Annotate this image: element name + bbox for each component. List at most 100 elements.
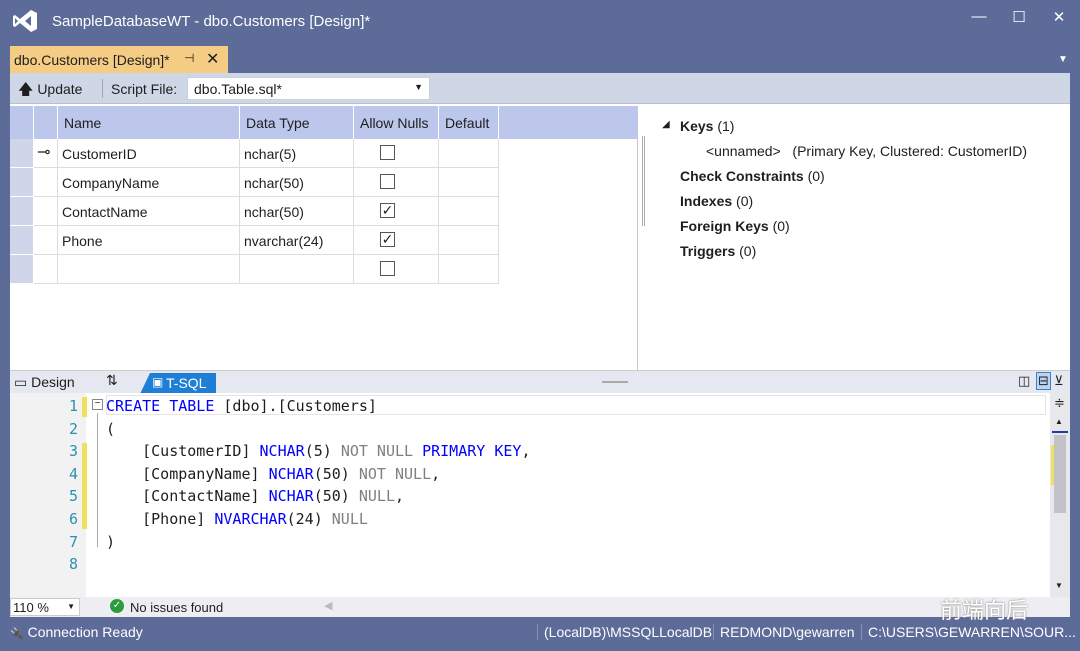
row-selector[interactable] <box>10 226 34 255</box>
header-data-type[interactable]: Data Type <box>240 106 354 139</box>
maximize-button[interactable]: ☐ <box>1004 8 1034 28</box>
allow-nulls-checkbox[interactable]: ✓ <box>380 203 395 218</box>
scroll-thumb[interactable] <box>1054 435 1066 513</box>
indexes-node[interactable]: Indexes (0) <box>680 193 753 209</box>
default-cell[interactable] <box>439 226 499 255</box>
allow-nulls-checkbox[interactable] <box>380 261 395 276</box>
chevron-down-icon: ▼ <box>67 602 75 611</box>
row-selector[interactable] <box>10 139 34 168</box>
upload-arrow-icon: 🡅 <box>18 81 34 98</box>
toolbar-separator <box>102 79 103 98</box>
vertical-split-icon[interactable]: ◫ <box>1018 373 1030 389</box>
line-number: 7 <box>68 532 78 551</box>
minimize-button[interactable]: — <box>964 8 994 28</box>
grid-corner <box>10 106 34 139</box>
tab-design[interactable]: ▭ Design <box>14 374 75 391</box>
change-marker <box>82 443 87 529</box>
code-line[interactable]: [CompanyName] NCHAR(50) NOT NULL, <box>106 465 440 483</box>
collapse-pane-icon[interactable]: ⊻ <box>1054 373 1064 389</box>
allow-nulls-checkbox[interactable] <box>380 145 395 160</box>
line-number: 6 <box>68 510 78 528</box>
code-line[interactable]: ( <box>106 420 115 438</box>
table-properties-panel: ◢ Keys (1) <unnamed> (Primary Key, Clust… <box>640 106 1070 370</box>
key-cell <box>34 255 58 284</box>
issues-status[interactable]: No issues found <box>130 600 223 615</box>
code-token: (50) <box>313 487 359 506</box>
row-selector[interactable] <box>10 255 34 284</box>
allow-nulls-cell[interactable]: ✓ <box>354 197 439 226</box>
collapse-outline-icon[interactable]: − <box>92 399 103 410</box>
header-name[interactable]: Name <box>58 106 240 139</box>
close-button[interactable]: ✕ <box>1044 8 1074 28</box>
data-type-cell[interactable]: nchar(5) <box>240 139 354 168</box>
column-name-cell[interactable] <box>58 255 240 284</box>
pane-splitter[interactable] <box>602 381 628 383</box>
data-type-cell[interactable]: nchar(50) <box>240 168 354 197</box>
pin-icon[interactable]: ⊣ <box>184 51 194 65</box>
column-name-cell[interactable]: CustomerID <box>58 139 240 168</box>
script-file-dropdown[interactable]: dbo.Table.sql* ▼ <box>187 77 430 100</box>
code-line[interactable]: [ContactName] NCHAR(50) NULL, <box>106 487 404 505</box>
code-line[interactable]: [Phone] NVARCHAR(24) NULL <box>106 510 368 528</box>
data-type-cell[interactable]: nvarchar(24) <box>240 226 354 255</box>
allow-nulls-cell[interactable]: ✓ <box>354 226 439 255</box>
title-bar: SampleDatabaseWT - dbo.Customers [Design… <box>0 0 1080 42</box>
scroll-down-icon[interactable]: ▼ <box>1055 581 1063 590</box>
allow-nulls-checkbox[interactable] <box>380 174 395 189</box>
tab-overflow-icon[interactable]: ▼ <box>1058 54 1068 65</box>
code-line[interactable]: ) <box>106 533 115 551</box>
swap-panes-icon[interactable]: ⇅ <box>106 372 118 389</box>
allow-nulls-checkbox[interactable]: ✓ <box>380 232 395 247</box>
update-button[interactable]: 🡅 Update <box>18 79 82 104</box>
column-name-cell[interactable]: CompanyName <box>58 168 240 197</box>
split-editor-icon[interactable]: ≑ <box>1054 395 1065 411</box>
code-token: NOT NULL <box>358 464 432 483</box>
default-cell[interactable] <box>439 139 499 168</box>
triggers-node[interactable]: Triggers (0) <box>680 243 756 259</box>
column-name-cell[interactable]: ContactName <box>58 197 240 226</box>
zoom-dropdown[interactable]: 110 % ▼ <box>10 598 80 616</box>
code-token: [CustomerID] <box>106 442 260 461</box>
code-token: NCHAR <box>268 464 314 483</box>
script-file-value: dbo.Table.sql* <box>194 81 282 97</box>
script-file-label: Script File: <box>111 81 178 97</box>
caret-marker <box>1052 431 1068 433</box>
default-cell[interactable] <box>439 168 499 197</box>
keys-node[interactable]: Keys (1) <box>680 118 734 134</box>
document-tab-label: dbo.Customers [Design]* <box>14 52 170 68</box>
code-token: NOT NULL <box>340 442 414 461</box>
column-name-cell[interactable]: Phone <box>58 226 240 255</box>
allow-nulls-cell[interactable] <box>354 168 439 197</box>
document-tab[interactable]: dbo.Customers [Design]* ⊣ ✕ <box>10 46 228 73</box>
allow-nulls-cell[interactable] <box>354 139 439 168</box>
foreign-keys-node[interactable]: Foreign Keys (0) <box>680 218 790 234</box>
scroll-up-icon[interactable]: ▲ <box>1055 417 1063 426</box>
code-token: NCHAR <box>268 487 314 506</box>
splitter-handle[interactable] <box>642 136 645 226</box>
data-type-cell[interactable]: nchar(50) <box>240 197 354 226</box>
code-token: (24) <box>286 510 332 528</box>
vertical-scrollbar[interactable]: ≑ ▲ ▼ <box>1050 393 1070 597</box>
row-selector[interactable] <box>10 197 34 226</box>
change-marker <box>1051 445 1054 485</box>
code-token: PRIMARY KEY <box>422 442 522 461</box>
default-cell[interactable] <box>439 255 499 284</box>
row-selector[interactable] <box>10 168 34 197</box>
check-constraints-node[interactable]: Check Constraints (0) <box>680 168 825 184</box>
key-unnamed[interactable]: <unnamed> (Primary Key, Clustered: Custo… <box>706 143 1027 159</box>
tab-tsql[interactable]: ▣ T-SQL <box>140 373 216 394</box>
close-tab-icon[interactable]: ✕ <box>206 49 219 69</box>
sql-editor[interactable]: − 1 CREATE TABLE [dbo].[Customers] 2 (3 [Cu… <box>10 393 1070 597</box>
code-line[interactable]: [CustomerID] NCHAR(5) NOT NULL PRIMARY K… <box>106 442 530 460</box>
line-number: 1 <box>68 397 78 415</box>
scroll-left-icon[interactable]: ◀ <box>324 599 332 612</box>
header-allow-nulls[interactable]: Allow Nulls <box>354 106 439 139</box>
allow-nulls-cell[interactable] <box>354 255 439 284</box>
header-default[interactable]: Default <box>439 106 499 139</box>
database-path: C:\USERS\GEWARREN\SOUR... <box>861 624 1076 640</box>
code-line[interactable]: CREATE TABLE [dbo].[Customers] <box>106 397 377 415</box>
data-type-cell[interactable] <box>240 255 354 284</box>
default-cell[interactable] <box>439 197 499 226</box>
collapse-triangle-icon[interactable]: ◢ <box>662 119 670 130</box>
horizontal-split-icon[interactable]: ⊟ <box>1036 372 1051 390</box>
